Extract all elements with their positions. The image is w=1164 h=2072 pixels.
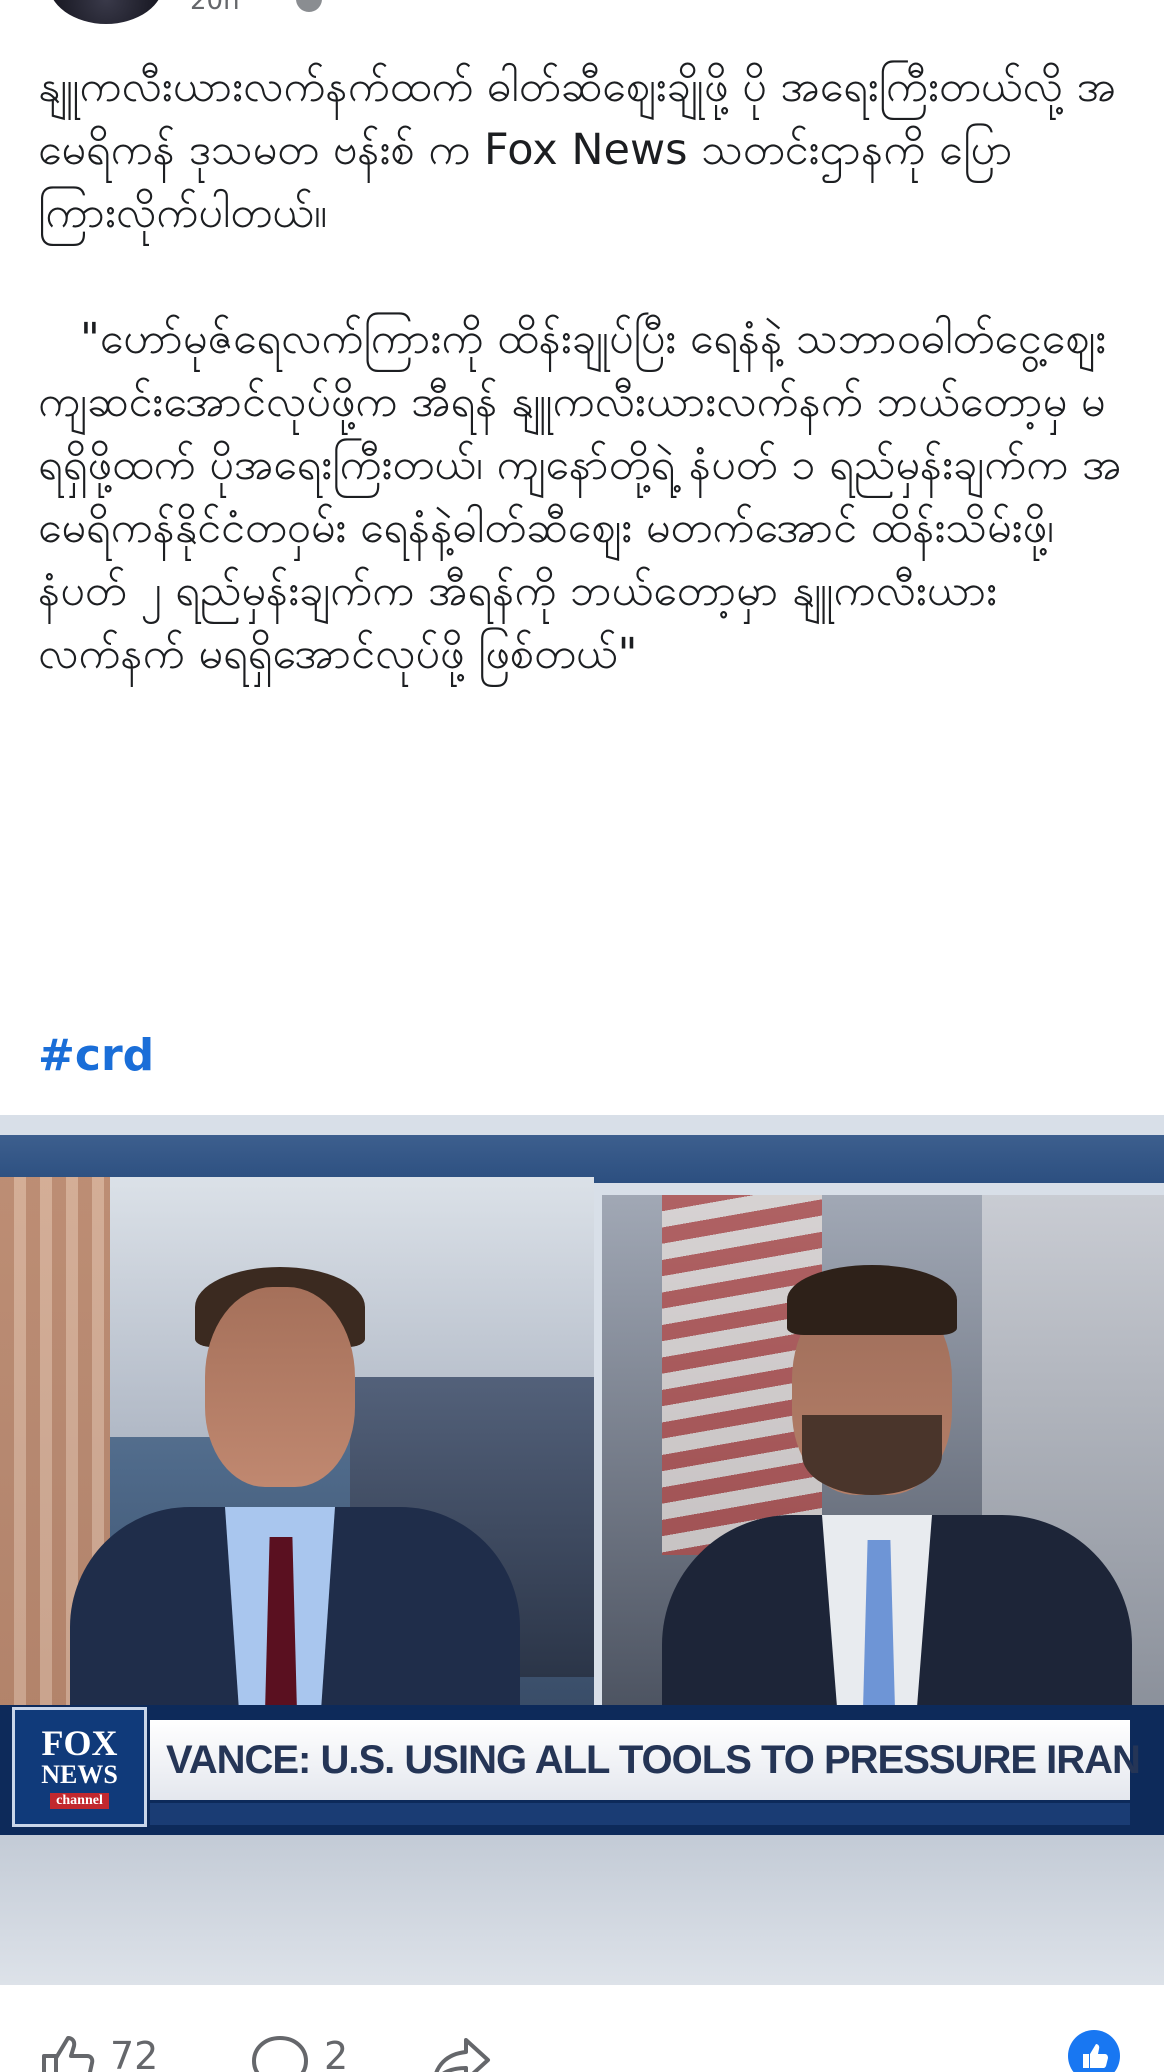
share-arrow-icon xyxy=(434,2038,490,2072)
hashtag-link[interactable]: #crd xyxy=(38,1030,154,1081)
comment-button[interactable]: 2 xyxy=(250,2034,348,2072)
share-button[interactable] xyxy=(430,2034,494,2072)
guest-beard xyxy=(802,1415,942,1495)
post-header: 20h xyxy=(0,0,1164,30)
post-body: နျူကလီးယားလက်နက်ထက် ဓါတ်ဆီဈေးချိုဖို့ ပိ… xyxy=(38,56,1138,686)
thumbs-up-icon xyxy=(1083,2044,1108,2068)
tv-frame-bottom xyxy=(0,1835,1164,1985)
fox-news-logo: FOX NEWS channel xyxy=(12,1707,147,1827)
tv-frame-top xyxy=(0,1135,1164,1183)
post-page: 20h နျူကလီးယားလက်နက်ထက် ဓါတ်ဆီဈေးချိုဖို… xyxy=(0,0,1164,2072)
chyron-ticker xyxy=(150,1803,1130,1825)
post-paragraph-2: "ဟော်မုဇ်ရေလက်ကြားကို ထိန်းချုပ်ပြီး ရေန… xyxy=(38,314,1122,679)
like-button[interactable]: 72 xyxy=(40,2034,158,2072)
post-paragraph-1: နျူကလီးယားလက်နက်ထက် ဓါတ်ဆီဈေးချိုဖို့ ပိ… xyxy=(38,62,1116,238)
post-photo[interactable]: FOX NEWS channel VANCE: U.S. USING ALL T… xyxy=(0,1115,1164,1985)
chyron-bar: VANCE: U.S. USING ALL TOOLS TO PRESSURE … xyxy=(150,1720,1141,1800)
anchor-face xyxy=(205,1287,355,1487)
logo-text-channel: channel xyxy=(50,1793,109,1809)
like-count: 72 xyxy=(110,2034,159,2072)
guest-hair xyxy=(787,1265,957,1335)
logo-text-fox: FOX xyxy=(41,1723,118,1763)
post-action-bar: 72 2 xyxy=(0,2020,1164,2072)
post-timestamp[interactable]: 20h xyxy=(190,0,240,16)
globe-icon xyxy=(296,0,322,12)
comment-count: 2 xyxy=(324,2034,349,2072)
chyron-headline: VANCE: U.S. USING ALL TOOLS TO PRESSURE … xyxy=(166,1737,1141,1782)
logo-text-news: NEWS xyxy=(41,1760,118,1789)
thumbs-up-icon xyxy=(42,2036,95,2072)
comment-bubble-icon xyxy=(252,2036,308,2072)
author-avatar[interactable] xyxy=(48,0,164,24)
